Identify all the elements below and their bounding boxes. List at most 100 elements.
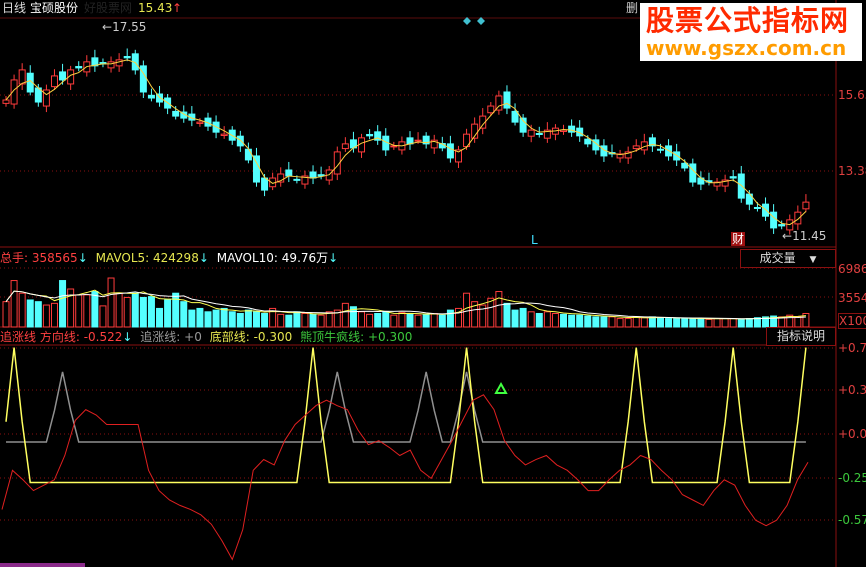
volume-bar [422,313,430,328]
volume-bar [656,317,664,328]
price-ma-line [5,59,807,226]
candle-down [511,110,519,123]
volume-bar [560,313,568,328]
chevron-down-icon: ▼ [809,255,817,265]
volume-bar [438,314,446,328]
candle-down [285,169,293,177]
indicator-axis-label: +0.06 [838,427,866,441]
candle-down [778,224,786,227]
event-marker-l[interactable]: L [531,233,538,247]
watermark-url: www.gszx.com.cn [646,36,847,60]
mavol5-value: 424298 [153,251,199,265]
indicator-axis-label: +0.70 [838,341,866,355]
volume-bar [535,312,543,328]
volume-bar [673,318,681,328]
down-arrow-icon: ↓ [77,251,88,265]
volume-bar [721,318,729,328]
volume-bar [228,311,236,328]
bull-bear-line-label: 熊顶牛疯线: [300,330,365,344]
watermark-title: 股票公式指标网 [646,4,850,37]
volume-unit-label: X1000 [838,313,866,329]
indicator-explain-button[interactable]: 指标说明 [766,327,836,346]
volume-bar [325,311,333,328]
volume-bar [99,305,107,328]
volume-bar [42,304,50,328]
candle-down [584,138,592,145]
bottom-line-label: 底部线: [209,330,250,344]
chase-line [6,371,806,443]
indicator-name[interactable]: 追涨线 [0,330,36,344]
candle-down [123,55,131,59]
candle-down [75,66,83,69]
price-axis-label: 13.38 [838,164,866,178]
candle-down [673,151,681,161]
volume-bar [34,301,42,328]
volume-bar [519,307,527,328]
volume-bar [83,294,91,328]
candle-down [147,94,155,99]
volume-bar [188,309,196,328]
volume-bar [713,318,721,328]
volume-bar [164,299,172,328]
volume-bar [285,314,293,328]
volume-bar [10,280,18,328]
volume-bar [681,318,689,328]
candle-down [753,206,761,209]
mavol5-label: MAVOL5: [95,251,150,265]
volume-bar [358,311,366,328]
volume-bar [301,312,309,328]
volume-bar [640,317,648,328]
finance-marker[interactable]: 财 [731,232,746,246]
candle-down [309,171,317,179]
volume-bar [584,315,592,328]
volume-bar [616,318,624,328]
candle-up [196,121,204,124]
candle-up [794,211,802,225]
selector-value: 成交量 [759,251,796,265]
volume-bar [172,292,180,328]
stock-name: 宝硕股份 [30,1,79,15]
candle-up [802,201,810,210]
volume-bar [156,307,164,328]
delete-button[interactable]: 删 [626,1,638,15]
volume-bar [374,312,382,328]
candle-up [560,129,568,132]
volume-bar [107,277,115,328]
bottom-line-value: -0.300 [253,330,293,344]
volume-bar [729,318,737,328]
chase-line-value: +0 [184,330,202,344]
candle-up [50,75,58,88]
candle-up [390,145,398,148]
volume-bar [341,302,349,328]
volume-bar [398,312,406,328]
volume-bar [293,311,301,328]
candle-up [220,133,228,137]
candle-up [2,99,10,104]
volume-bar [18,292,26,328]
volume-bar [705,318,713,328]
volume-bar [220,307,228,328]
volume-bar [463,292,471,328]
mavol10-label: MAVOL10: [216,251,278,265]
volume-bar [568,314,576,328]
candle-up [414,139,422,142]
volume-bar [244,309,252,328]
candle-down [656,148,664,151]
volume-bar [309,313,317,328]
volume-bar [196,307,204,328]
indicator-legend: 追涨线 方向线: -0.522↓ 追涨线: +0 底部线: -0.300 熊顶牛… [0,330,412,344]
indicator-selector-dropdown[interactable]: 成交量 ▼ [740,249,836,268]
candle-up [632,145,640,150]
candle-down [261,177,269,191]
volume-bar [430,312,438,328]
period-label[interactable]: 日线 [2,1,26,15]
volume-bar [147,296,155,328]
total-volume-value: 358565 [31,251,78,265]
volume-bar [794,316,802,328]
volume-bar [495,291,503,328]
direction-line [1,394,809,561]
volume-bar [26,299,34,328]
indicator-axis-label: +0.38 [838,383,866,397]
volume-bar [317,314,325,328]
volume-bar [390,314,398,328]
